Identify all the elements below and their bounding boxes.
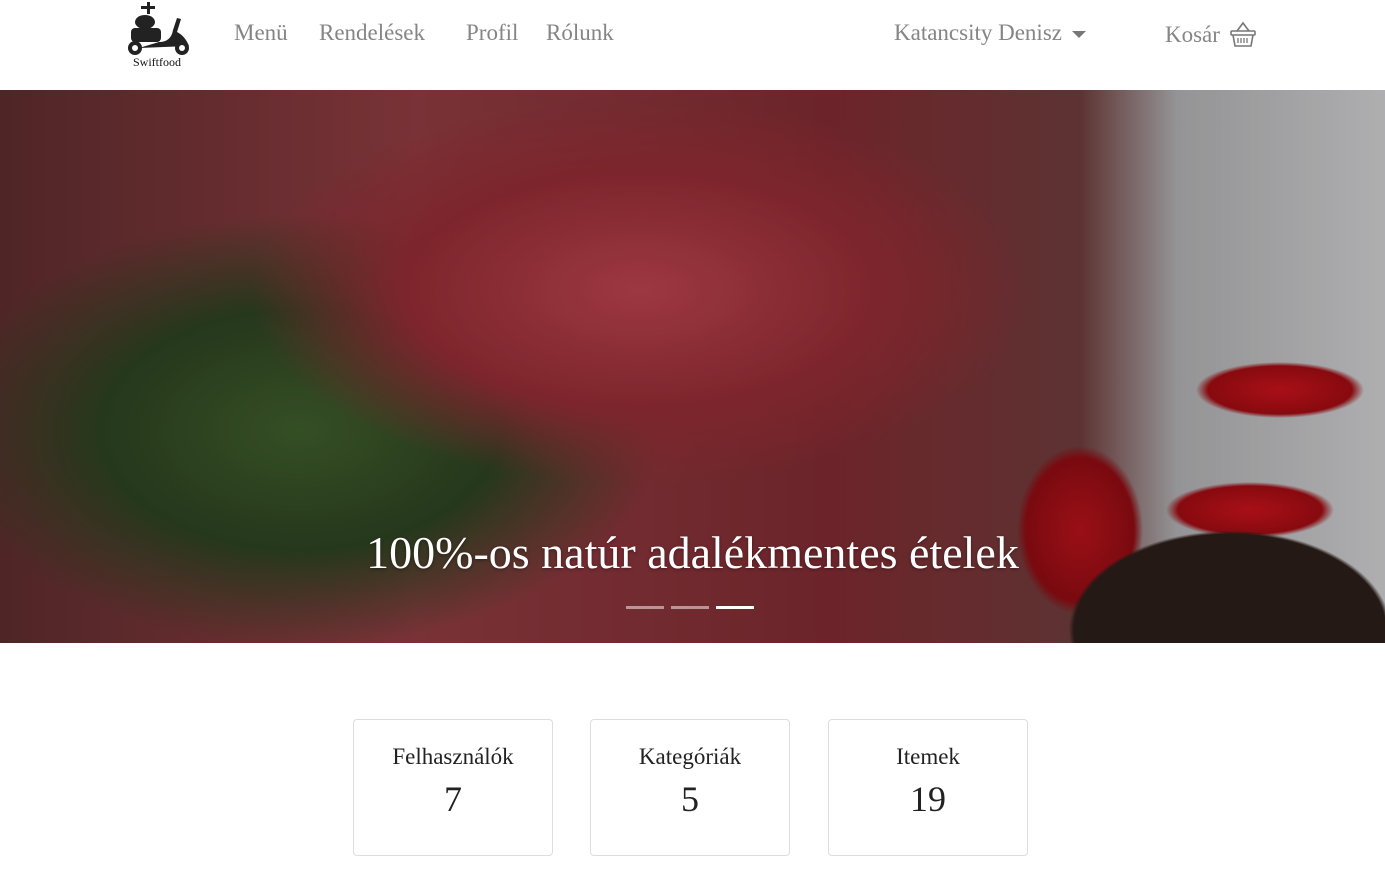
stat-value: 7 <box>444 779 462 819</box>
carousel-caption: 100%-os natúr adalékmentes ételek <box>366 527 1019 578</box>
stat-label: Kategóriák <box>638 744 742 769</box>
nav-menu[interactable]: Menü <box>234 20 288 46</box>
stat-card-categories: Kategóriák 5 <box>590 719 790 856</box>
stat-label: Itemek <box>896 744 960 769</box>
stat-card-items: Itemek 19 <box>828 719 1028 856</box>
stat-label: Felhasználók <box>392 744 514 769</box>
nav-profile[interactable]: Profil <box>466 20 518 46</box>
brand-name: Swiftfood <box>133 55 181 69</box>
cart-label: Kosár <box>1165 22 1220 47</box>
basket-icon <box>1229 21 1256 47</box>
carousel-indicators <box>626 606 754 609</box>
carousel-indicator-2[interactable] <box>671 606 709 609</box>
nav-orders[interactable]: Rendelések <box>319 20 425 46</box>
stat-value: 19 <box>910 779 946 819</box>
stat-card-users: Felhasználók 7 <box>353 719 553 856</box>
cart-link[interactable]: Kosár <box>1165 20 1257 48</box>
caret-down-icon <box>1071 31 1086 39</box>
nav-about[interactable]: Rólunk <box>546 20 614 46</box>
navbar: Swiftfood Menü Rendelések Profil Rólunk … <box>0 0 1385 90</box>
hero-carousel[interactable]: 100%-os natúr adalékmentes ételek <box>0 90 1385 643</box>
carousel-indicator-3[interactable] <box>716 606 754 609</box>
user-dropdown[interactable]: Katancsity Denisz <box>894 20 1086 46</box>
scooter-icon <box>128 2 189 55</box>
brand-logo[interactable]: Swiftfood <box>119 2 195 70</box>
user-name: Katancsity Denisz <box>894 20 1062 45</box>
stat-value: 5 <box>681 779 699 819</box>
carousel-indicator-1[interactable] <box>626 606 664 609</box>
